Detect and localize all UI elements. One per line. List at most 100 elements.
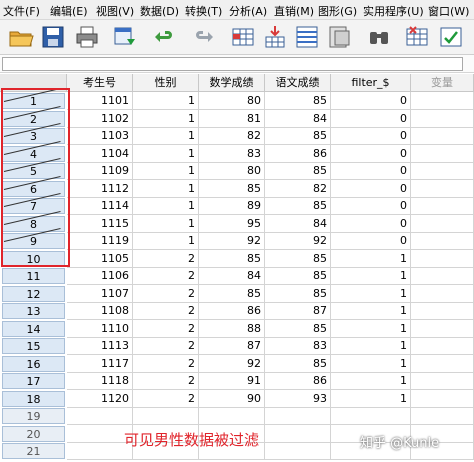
cell-variable[interactable] xyxy=(411,145,474,163)
cell-chinese[interactable] xyxy=(265,442,331,460)
cell-variable[interactable] xyxy=(411,110,474,128)
cell-variable[interactable] xyxy=(411,180,474,198)
row-header[interactable]: 14 xyxy=(2,321,65,337)
cell-math[interactable]: 80 xyxy=(199,162,265,180)
cell-filter[interactable] xyxy=(331,407,411,425)
cell-chinese[interactable]: 85 xyxy=(265,197,331,215)
cell-filter[interactable]: 1 xyxy=(331,355,411,373)
cell-exam-id[interactable]: 1108 xyxy=(67,302,133,320)
cell-exam-id[interactable]: 1104 xyxy=(67,145,133,163)
cell-filter[interactable]: 0 xyxy=(331,232,411,250)
cell-chinese[interactable]: 85 xyxy=(265,320,331,338)
cell-math[interactable]: 85 xyxy=(199,250,265,268)
menu-file[interactable]: 文件(F) xyxy=(3,3,40,19)
cell-gender[interactable]: 1 xyxy=(133,197,199,215)
cell-gender[interactable]: 1 xyxy=(133,110,199,128)
column-header-gender[interactable]: 性别 xyxy=(133,74,199,92)
cell-chinese[interactable] xyxy=(265,407,331,425)
cell-filter[interactable]: 0 xyxy=(331,180,411,198)
cell-gender[interactable]: 1 xyxy=(133,127,199,145)
cell-gender[interactable] xyxy=(133,407,199,425)
redo-icon[interactable] xyxy=(190,24,216,50)
cell-exam-id[interactable]: 1114 xyxy=(67,197,133,215)
cell-chinese[interactable]: 87 xyxy=(265,302,331,320)
cell-variable[interactable] xyxy=(411,320,474,338)
cell-variable[interactable] xyxy=(411,267,474,285)
cell-gender[interactable]: 1 xyxy=(133,162,199,180)
menu-window[interactable]: 窗口(W) xyxy=(428,3,469,19)
cell-gender[interactable]: 2 xyxy=(133,302,199,320)
cell-gender[interactable]: 1 xyxy=(133,180,199,198)
cell-exam-id[interactable]: 1112 xyxy=(67,180,133,198)
cell-exam-id[interactable] xyxy=(67,407,133,425)
print-icon[interactable] xyxy=(74,24,100,50)
row-header[interactable]: 13 xyxy=(2,303,65,319)
cell-filter[interactable]: 0 xyxy=(331,145,411,163)
save-icon[interactable] xyxy=(40,24,66,50)
cell-gender[interactable]: 2 xyxy=(133,337,199,355)
cell-math[interactable]: 92 xyxy=(199,355,265,373)
cell-variable[interactable] xyxy=(411,337,474,355)
cell-variable[interactable] xyxy=(411,390,474,408)
cell-exam-id[interactable]: 1117 xyxy=(67,355,133,373)
cell-chinese[interactable]: 83 xyxy=(265,337,331,355)
cell-chinese[interactable]: 85 xyxy=(265,355,331,373)
cell-exam-id[interactable]: 1113 xyxy=(67,337,133,355)
cell-chinese[interactable]: 86 xyxy=(265,145,331,163)
cell-chinese[interactable]: 84 xyxy=(265,215,331,233)
cell-filter[interactable]: 0 xyxy=(331,110,411,128)
cell-chinese[interactable]: 86 xyxy=(265,372,331,390)
cell-filter[interactable]: 0 xyxy=(331,197,411,215)
cell-chinese[interactable]: 85 xyxy=(265,267,331,285)
cell-variable[interactable] xyxy=(411,215,474,233)
cell-math[interactable]: 88 xyxy=(199,320,265,338)
open-folder-icon[interactable] xyxy=(8,24,34,50)
cell-math[interactable]: 87 xyxy=(199,337,265,355)
cell-variable[interactable] xyxy=(411,355,474,373)
cell-exam-id[interactable]: 1105 xyxy=(67,250,133,268)
cell-exam-id[interactable]: 1103 xyxy=(67,127,133,145)
cell-chinese[interactable]: 92 xyxy=(265,232,331,250)
menu-utilities[interactable]: 实用程序(U) xyxy=(363,3,424,19)
row-header[interactable]: 19 xyxy=(2,408,65,424)
cell-math[interactable]: 85 xyxy=(199,180,265,198)
cell-math[interactable]: 81 xyxy=(199,110,265,128)
cell-gender[interactable]: 2 xyxy=(133,390,199,408)
cell-value-input[interactable] xyxy=(2,57,463,71)
cell-chinese[interactable]: 85 xyxy=(265,92,331,110)
cell-filter[interactable]: 1 xyxy=(331,390,411,408)
cell-math[interactable]: 84 xyxy=(199,267,265,285)
cell-chinese[interactable]: 85 xyxy=(265,285,331,303)
cell-filter[interactable]: 1 xyxy=(331,302,411,320)
row-header[interactable]: 16 xyxy=(2,356,65,372)
cell-gender[interactable]: 2 xyxy=(133,355,199,373)
cell-exam-id[interactable]: 1110 xyxy=(67,320,133,338)
cell-gender[interactable]: 1 xyxy=(133,232,199,250)
cell-exam-id[interactable]: 1119 xyxy=(67,232,133,250)
cell-chinese[interactable]: 93 xyxy=(265,390,331,408)
cell-filter[interactable]: 1 xyxy=(331,250,411,268)
cell-gender[interactable]: 1 xyxy=(133,92,199,110)
goto-variable-icon[interactable] xyxy=(262,24,288,50)
cell-filter[interactable]: 0 xyxy=(331,162,411,180)
menu-edit[interactable]: 编辑(E) xyxy=(50,3,88,19)
cell-gender[interactable]: 1 xyxy=(133,145,199,163)
column-header-chinese[interactable]: 语文成绩 xyxy=(265,74,331,92)
cell-gender[interactable]: 2 xyxy=(133,267,199,285)
cell-filter[interactable]: 0 xyxy=(331,215,411,233)
column-header-filter[interactable]: filter_$ xyxy=(331,74,411,92)
cell-variable[interactable] xyxy=(411,127,474,145)
row-header[interactable]: 21 xyxy=(2,443,65,459)
cell-math[interactable]: 82 xyxy=(199,127,265,145)
goto-case-icon[interactable] xyxy=(230,24,256,50)
undo-icon[interactable] xyxy=(152,24,178,50)
column-header-math[interactable]: 数学成绩 xyxy=(199,74,265,92)
cell-filter[interactable]: 1 xyxy=(331,337,411,355)
cell-variable[interactable] xyxy=(411,232,474,250)
cell-gender[interactable]: 2 xyxy=(133,250,199,268)
cell-gender[interactable]: 1 xyxy=(133,215,199,233)
cell-exam-id[interactable]: 1107 xyxy=(67,285,133,303)
cell-math[interactable]: 85 xyxy=(199,285,265,303)
row-header[interactable]: 11 xyxy=(2,268,65,284)
menu-analyze[interactable]: 分析(A) xyxy=(229,3,267,19)
